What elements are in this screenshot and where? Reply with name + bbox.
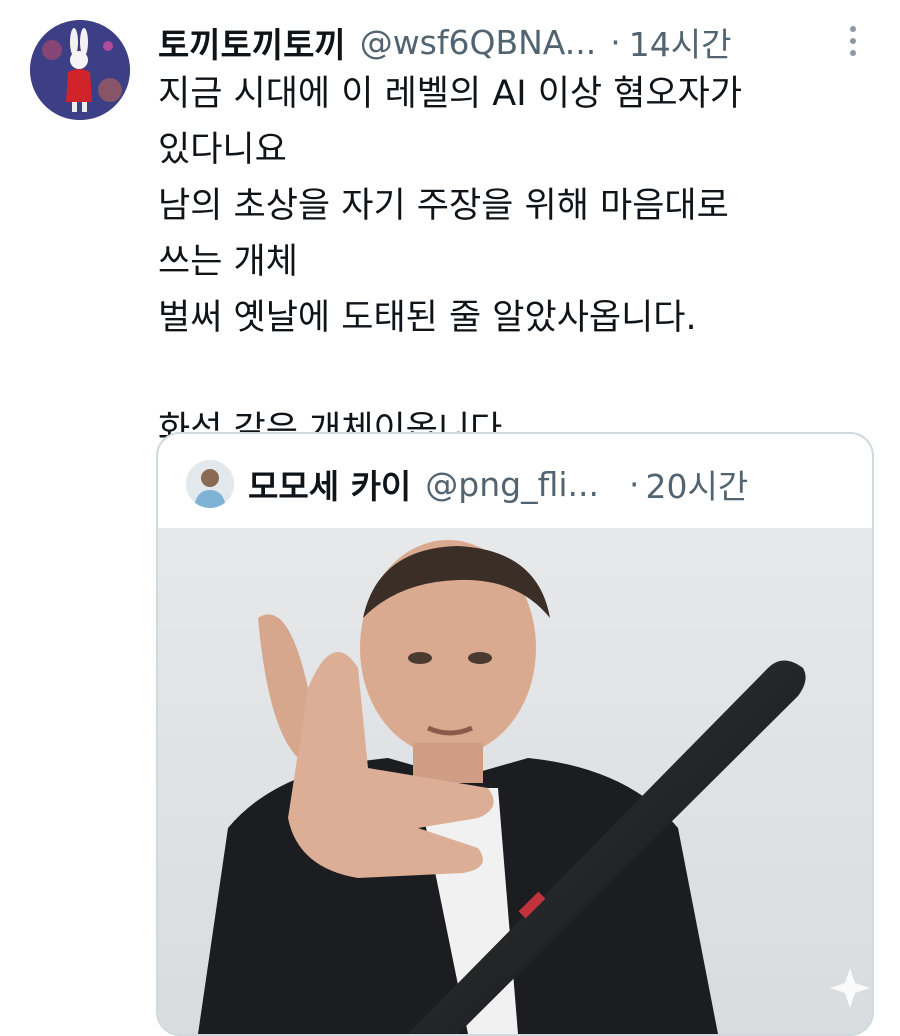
quoted-separator: · (629, 464, 640, 504)
tweet-timestamp[interactable]: 14시간 (629, 18, 732, 66)
quoted-tweet[interactable]: 모모세 카이 @png_fli... · 20시간 (156, 432, 874, 1036)
quoted-tweet-header: 모모세 카이 @png_fli... · 20시간 (186, 456, 856, 512)
quoted-author-avatar[interactable] (186, 460, 234, 508)
tweet: 토끼토끼토끼 @wsf6QBNA... · 14시간 지금 시대에 이 레벨의 … (0, 0, 900, 1036)
more-dots-icon (850, 50, 856, 56)
rabbit-avatar-icon (30, 20, 130, 120)
more-dots-icon (850, 26, 856, 32)
author-display-name[interactable]: 토끼토끼토끼 (158, 18, 346, 67)
photo-man-pointing-with-pen (158, 528, 872, 1034)
tweet-header: 토끼토끼토끼 @wsf6QBNA... · 14시간 (158, 16, 878, 68)
quoted-handle[interactable]: @png_fli... (425, 465, 599, 504)
header-separator: · (610, 22, 621, 62)
quoted-timestamp[interactable]: 20시간 (646, 460, 749, 508)
quoted-media-image[interactable] (158, 528, 872, 1034)
user-avatar-icon (186, 460, 234, 508)
more-options-button[interactable] (840, 22, 866, 62)
more-dots-icon (850, 38, 856, 44)
tweet-text: 지금 시대에 이 레벨의 AI 이상 혐오자가 있다니요 남의 초상을 자기 주… (158, 74, 743, 450)
author-avatar[interactable] (30, 20, 130, 120)
author-handle[interactable]: @wsf6QBNA... (360, 23, 597, 62)
quoted-display-name[interactable]: 모모세 카이 (248, 460, 411, 508)
